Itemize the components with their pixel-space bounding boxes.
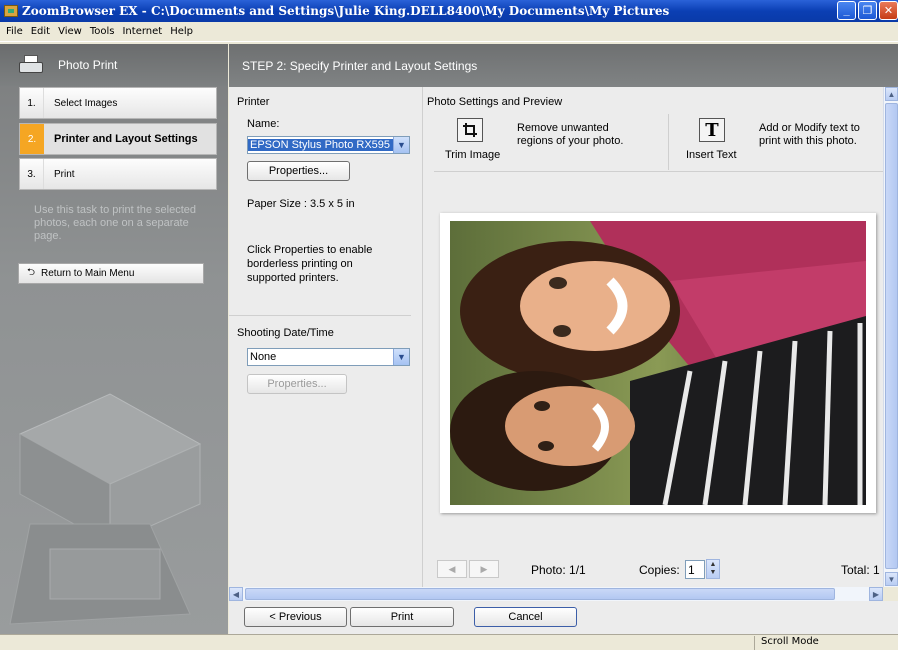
step-label: Printer and Layout Settings: [54, 133, 198, 145]
window-controls: _ ❐ ✕: [837, 1, 898, 20]
paper-size-text: Paper Size : 3.5 x 5 in: [247, 198, 355, 210]
photo-preview-image: [450, 221, 866, 505]
shooting-date-select[interactable]: None ▼: [247, 348, 410, 366]
wizard-footer: < Previous Print Cancel: [229, 601, 898, 634]
print-button[interactable]: Print: [350, 607, 454, 627]
insert-text-label[interactable]: Insert Text: [686, 149, 737, 161]
copies-spinner-icon[interactable]: ▲ ▼: [706, 559, 720, 579]
copies-input[interactable]: 1: [685, 560, 705, 579]
scroll-left-icon[interactable]: ◀: [229, 587, 243, 601]
trim-image-button[interactable]: [457, 118, 483, 142]
crop-icon: [463, 123, 477, 137]
sidebar-header: Photo Print: [0, 44, 228, 86]
scroll-down-icon[interactable]: ▼: [885, 572, 898, 586]
step-printer-layout[interactable]: 2. Printer and Layout Settings: [19, 123, 217, 155]
menu-help[interactable]: Help: [170, 26, 193, 37]
task-description: Use this task to print the selected phot…: [34, 204, 197, 242]
printer-name-select[interactable]: EPSON Stylus Photo RX595 ▼: [247, 136, 410, 154]
copies-value: 1: [688, 562, 695, 577]
borderless-note: Click Properties to enable borderless pr…: [247, 244, 373, 284]
copies-label: Copies:: [639, 563, 680, 577]
minimize-icon[interactable]: _: [837, 1, 856, 20]
cancel-button[interactable]: Cancel: [474, 607, 577, 627]
menu-tools[interactable]: Tools: [90, 26, 115, 37]
menu-internet[interactable]: Internet: [122, 26, 162, 37]
horizontal-scroll-thumb[interactable]: [245, 588, 835, 600]
scroll-right-icon[interactable]: ▶: [869, 587, 883, 601]
photo-preview-frame: [440, 213, 876, 513]
step-label: Print: [54, 168, 75, 180]
chevron-down-icon[interactable]: ▼: [393, 349, 409, 365]
previous-photo-button[interactable]: ◀: [437, 560, 467, 578]
text-tool-icon: T: [705, 119, 719, 141]
task-sidebar: Photo Print 1. Select Images 2. Printer …: [0, 44, 228, 634]
total-count: Total: 1: [841, 563, 880, 577]
vertical-scrollbar[interactable]: ▲ ▼: [883, 87, 898, 587]
status-bar: Scroll Mode: [0, 634, 898, 650]
window-title: ZoomBrowser EX - C:\Documents and Settin…: [22, 4, 670, 18]
shooting-date-value: None: [250, 351, 277, 363]
photo-counter: Photo: 1/1: [531, 563, 586, 577]
printer-section-label: Printer: [237, 96, 270, 108]
shooting-date-label: Shooting Date/Time: [237, 327, 334, 339]
printer-name-value: EPSON Stylus Photo RX595: [248, 139, 393, 151]
divider: [229, 315, 411, 316]
vertical-scroll-thumb[interactable]: [885, 103, 898, 569]
close-icon[interactable]: ✕: [879, 1, 898, 20]
scroll-up-icon[interactable]: ▲: [885, 87, 898, 101]
return-arrow-icon: ⮌: [27, 267, 36, 278]
preview-section-label: Photo Settings and Preview: [427, 96, 563, 108]
menu-edit[interactable]: Edit: [31, 26, 50, 37]
menu-file[interactable]: File: [6, 26, 23, 37]
step-number: 1.: [20, 88, 44, 118]
title-bar: ZoomBrowser EX - C:\Documents and Settin…: [0, 0, 898, 22]
insert-text-description: Add or Modify text to print with this ph…: [759, 122, 860, 147]
step-number: 2.: [20, 124, 44, 154]
tool-divider: [668, 114, 669, 170]
chevron-down-icon[interactable]: ▼: [393, 137, 409, 153]
printer-name-label: Name:: [247, 118, 280, 130]
insert-text-button[interactable]: T: [699, 118, 725, 142]
step-number: 3.: [20, 159, 44, 189]
next-photo-button[interactable]: ▶: [469, 560, 499, 578]
divider: [434, 171, 883, 172]
step-header: STEP 2: Specify Printer and Layout Setti…: [229, 44, 898, 87]
zoombrowser-app-icon[interactable]: [4, 5, 18, 17]
trim-description: Remove unwanted regions of your photo.: [517, 122, 624, 147]
step-label: Select Images: [54, 97, 118, 109]
shooting-properties-button[interactable]: Properties...: [247, 374, 347, 394]
return-label: Return to Main Menu: [41, 268, 135, 279]
return-to-main-menu-button[interactable]: ⮌ Return to Main Menu: [18, 263, 204, 284]
step-select-images[interactable]: 1. Select Images: [19, 87, 217, 119]
settings-content: Printer Name: EPSON Stylus Photo RX595 ▼…: [229, 87, 883, 587]
previous-button[interactable]: < Previous: [244, 607, 347, 627]
sidebar-title: Photo Print: [58, 58, 118, 72]
printer-icon: [18, 54, 44, 76]
horizontal-scrollbar[interactable]: ◀ ▶: [229, 587, 883, 601]
printer-settings-column: Printer Name: EPSON Stylus Photo RX595 ▼…: [229, 87, 423, 587]
scroll-mode-status: Scroll Mode: [754, 636, 819, 650]
maximize-icon[interactable]: ❐: [858, 1, 877, 20]
printer-properties-button[interactable]: Properties...: [247, 161, 350, 181]
menu-view[interactable]: View: [58, 26, 82, 37]
menu-bar: File Edit View Tools Internet Help: [0, 22, 898, 42]
step-print[interactable]: 3. Print: [19, 158, 217, 190]
trim-image-label[interactable]: Trim Image: [445, 149, 500, 161]
decorative-printer-art: [9, 393, 202, 625]
